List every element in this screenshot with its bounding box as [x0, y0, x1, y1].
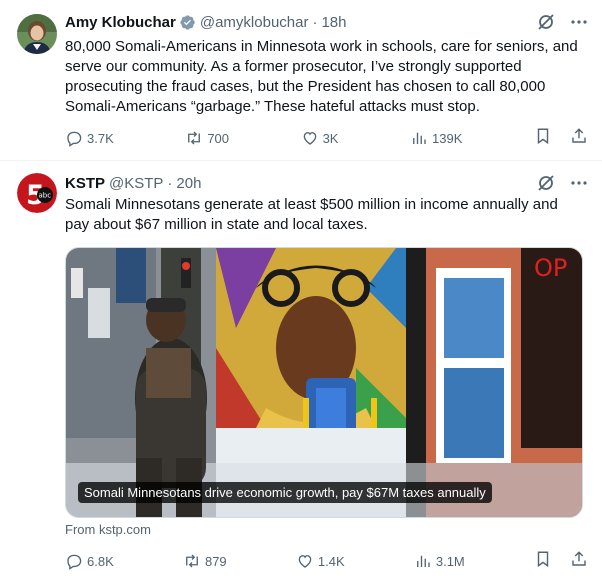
link-source[interactable]: From kstp.com — [65, 522, 151, 537]
svg-text:OP: OP — [534, 254, 567, 282]
views-count: 3.1M — [435, 553, 465, 569]
views-count: 139K — [432, 130, 463, 146]
avatar-logo-text: abc — [39, 192, 52, 200]
reply-count: 6.8K — [87, 553, 114, 569]
tweet-text: Somali Minnesotans generate at least $50… — [65, 196, 558, 233]
timestamp[interactable]: 18h — [321, 14, 346, 31]
reply-button[interactable]: 3.7K — [65, 129, 114, 147]
like-count: 1.4K — [317, 553, 345, 569]
tweet[interactable]: Amy Klobuchar @amyklobuchar · 18h 80,000… — [0, 0, 602, 161]
reply-icon — [67, 131, 82, 147]
tweet[interactable]: 5 abc KSTP @KSTP · 20h Somali Minnesotan… — [0, 161, 602, 586]
media-caption: Somali Minnesotans drive economic growth… — [78, 482, 492, 503]
verified-badge-icon — [179, 14, 196, 31]
separator-dot: · — [167, 174, 173, 192]
share-icon[interactable] — [570, 127, 588, 150]
timestamp[interactable]: 20h — [176, 175, 201, 192]
bookmark-icon[interactable] — [534, 127, 552, 150]
views-icon — [416, 555, 430, 567]
reply-count: 3.7K — [87, 130, 114, 146]
tweet-text: 80,000 Somali-Americans in Minnesota wor… — [65, 38, 578, 115]
author-handle[interactable]: @amyklobuchar — [200, 14, 309, 31]
avatar[interactable]: 5 abc — [17, 173, 57, 213]
views-icon — [413, 132, 426, 144]
repost-count: 700 — [207, 130, 230, 146]
separator-dot: · — [312, 13, 318, 31]
bookmark-icon[interactable] — [534, 550, 552, 573]
video-thumbnail: OP — [66, 248, 582, 517]
like-button[interactable]: 1.4K — [296, 552, 345, 570]
repost-button[interactable]: 879 — [183, 552, 227, 570]
tweet-actions: 3.7K 700 3K 139K — [65, 127, 588, 149]
views-button[interactable]: 3.1M — [414, 552, 465, 570]
more-icon[interactable] — [570, 174, 588, 197]
grok-icon[interactable] — [536, 12, 556, 37]
reply-button[interactable]: 6.8K — [65, 552, 114, 570]
tweet-extra-actions — [534, 127, 588, 150]
like-button[interactable]: 3K — [301, 129, 339, 147]
author-name[interactable]: Amy Klobuchar — [65, 14, 176, 31]
like-icon — [298, 555, 312, 568]
share-icon[interactable] — [570, 550, 588, 573]
tweet-actions: 6.8K 879 1.4K 3.1M — [65, 550, 588, 572]
author-handle[interactable]: @KSTP — [109, 175, 163, 192]
views-button[interactable]: 139K — [410, 129, 462, 147]
tweet-header: Amy Klobuchar @amyklobuchar · 18h — [65, 12, 347, 32]
tweet-extra-actions — [534, 550, 588, 573]
repost-icon — [186, 554, 198, 568]
media-video[interactable]: OP Somali Minnesotans drive economic gro… — [65, 247, 583, 518]
avatar[interactable] — [17, 14, 57, 54]
tweet-header: KSTP @KSTP · 20h — [65, 173, 201, 193]
like-icon — [303, 132, 316, 145]
reply-icon — [67, 554, 82, 570]
more-icon[interactable] — [570, 13, 588, 36]
author-name[interactable]: KSTP — [65, 175, 105, 192]
repost-button[interactable]: 700 — [185, 129, 229, 147]
like-count: 3K — [322, 130, 339, 146]
tweet-top-actions — [536, 12, 588, 37]
repost-count: 879 — [204, 553, 227, 569]
repost-icon — [188, 131, 201, 145]
